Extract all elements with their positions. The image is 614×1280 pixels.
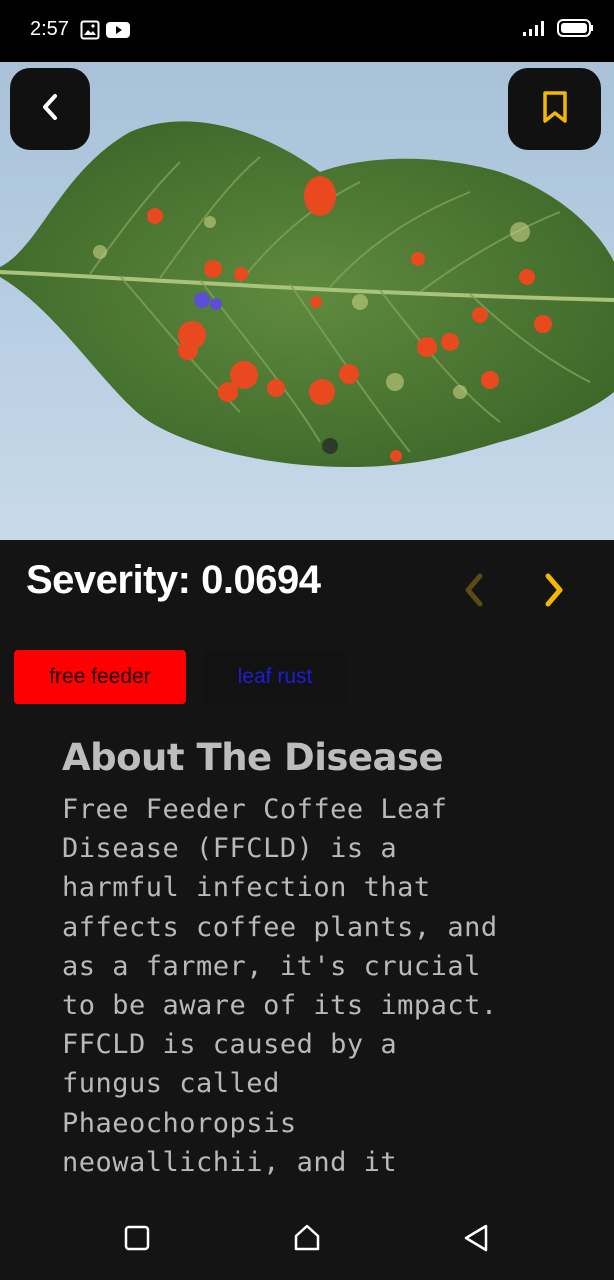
back-icon xyxy=(460,1224,492,1258)
tag-leaf-rust[interactable]: leaf rust xyxy=(204,650,346,704)
previous-button[interactable] xyxy=(458,570,488,610)
recents-icon xyxy=(121,1225,153,1258)
youtube-icon xyxy=(106,20,130,44)
about-title: About The Disease xyxy=(62,736,444,779)
bookmark-icon xyxy=(542,90,568,128)
bookmark-button[interactable] xyxy=(508,68,601,150)
tag-free-feeder[interactable]: free feeder xyxy=(14,650,186,704)
home-icon xyxy=(291,1224,323,1258)
status-bar: 2:57 xyxy=(0,0,614,62)
recents-button[interactable] xyxy=(121,1222,153,1254)
system-back-button[interactable] xyxy=(460,1222,492,1254)
signal-icon xyxy=(522,19,546,41)
chevron-left-icon xyxy=(458,573,488,614)
back-button[interactable] xyxy=(10,68,90,150)
about-text: Free Feeder Coffee Leaf Disease (FFCLD) … xyxy=(62,794,498,1178)
chevron-right-icon xyxy=(540,573,570,614)
battery-icon xyxy=(556,18,594,42)
status-time: 2:57 xyxy=(30,18,69,40)
home-button[interactable] xyxy=(291,1222,323,1254)
severity-label: Severity: 0.0694 xyxy=(26,558,321,602)
next-button[interactable] xyxy=(540,570,570,610)
image-icon xyxy=(80,20,100,44)
chevron-left-icon xyxy=(39,92,61,126)
